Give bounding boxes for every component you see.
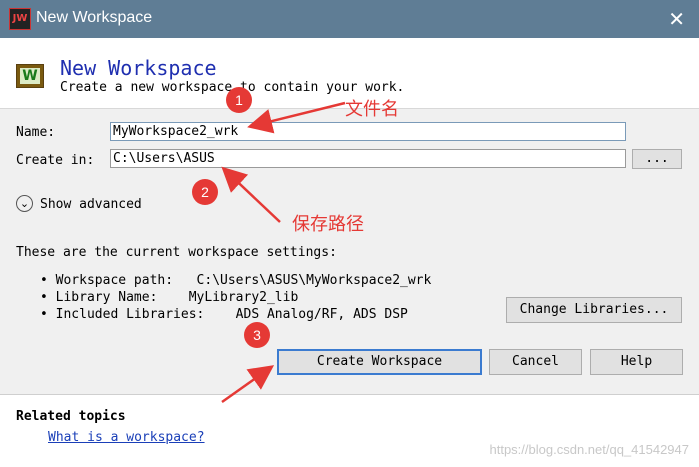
browse-button[interactable]: ... [632,149,682,169]
list-item: • Workspace path: C:\Users\ASUS\MyWorksp… [40,273,432,288]
arrow-to-path-field [221,166,281,223]
title-bar: JW New Workspace ✕ [0,0,699,38]
annotation-file-name: 文件名 [345,99,399,120]
list-item: • Library Name: MyLibrary2_lib [40,290,299,305]
show-advanced-label[interactable]: Show advanced [40,197,142,212]
name-label: Name: [16,125,56,140]
change-libraries-button[interactable]: Change Libraries... [506,297,682,323]
close-icon[interactable]: ✕ [668,7,685,31]
cancel-button[interactable]: Cancel [489,349,582,375]
app-logo-icon: JW [9,8,31,30]
annotation-badge-1: 1 [226,87,252,113]
what-is-workspace-link[interactable]: What is a workspace? [48,430,205,445]
annotation-badge-3: 3 [244,322,270,348]
list-item: • Included Libraries: ADS Analog/RF, ADS… [40,307,408,322]
annotation-save-path: 保存路径 [292,214,364,235]
page-title: New Workspace [60,56,217,80]
related-topics-heading: Related topics [16,409,126,424]
workspace-icon: W [16,64,44,88]
settings-heading: These are the current workspace settings… [16,245,337,260]
window-title: New Workspace [36,9,153,26]
chevron-down-icon[interactable]: ⌄ [16,195,33,212]
list-item-text: Workspace path: C:\Users\ASUS\MyWorkspac… [55,273,432,288]
list-item-text: Included Libraries: ADS Analog/RF, ADS D… [55,307,408,322]
create-workspace-button[interactable]: Create Workspace [277,349,482,375]
create-in-label: Create in: [16,153,95,168]
watermark-text: https://blog.csdn.net/qq_41542947 [489,442,690,457]
create-in-input[interactable]: C:\Users\ASUS [110,149,626,168]
help-button[interactable]: Help [590,349,683,375]
list-item-text: Library Name: MyLibrary2_lib [55,290,299,305]
name-input[interactable]: MyWorkspace2_wrk [110,122,626,141]
settings-list: • Workspace path: C:\Users\ASUS\MyWorksp… [40,272,431,323]
annotation-badge-2: 2 [192,179,218,205]
related-topics-panel: Related topics What is a workspace? http… [0,395,699,467]
